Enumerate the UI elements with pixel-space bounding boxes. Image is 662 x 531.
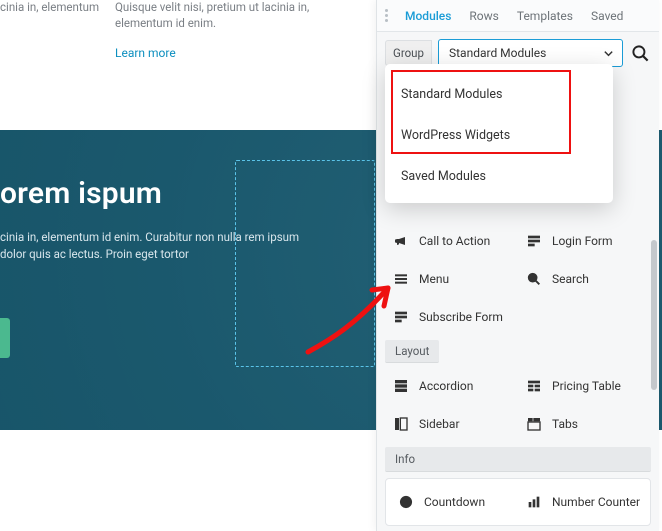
dropdown-item-saved-modules[interactable]: Saved Modules [385,156,613,197]
learn-more-link[interactable]: Learn more [115,45,176,61]
tab-rows[interactable]: Rows [460,9,507,23]
form-icon [526,233,542,249]
search-icon [526,271,542,287]
module-sidebar[interactable]: Sidebar [385,405,518,443]
module-label: Number Counter [552,495,640,509]
dropdown-item-standard-modules[interactable]: Standard Modules [385,74,613,115]
module-label: Tabs [552,417,578,431]
module-label: Search [552,272,589,286]
body-text: cinia in, elementum [0,0,99,14]
group-dropdown: Standard Modules WordPress Widgets Saved… [385,64,613,203]
scrollbar-thumb[interactable] [651,240,657,390]
module-subscribe-form[interactable]: Subscribe Form [385,298,518,336]
module-label: Sidebar [419,417,460,431]
module-accordion[interactable]: Accordion [385,367,518,405]
info-card: Countdown Number Counter [385,478,651,526]
module-label: Call to Action [419,234,490,248]
search-button[interactable] [629,42,651,64]
clock-icon [398,494,414,510]
accordion-icon [393,378,409,394]
module-countdown[interactable]: Countdown [390,483,518,521]
sidebar-icon [393,416,409,432]
module-label: Menu [419,272,449,286]
tab-saved[interactable]: Saved [582,9,632,23]
module-number-counter[interactable]: Number Counter [518,483,646,521]
panel-tabs: Modules Rows Templates Saved [377,0,659,32]
section-header-layout: Layout [385,340,439,363]
hero-cta-button[interactable] [0,318,10,358]
module-tabs[interactable]: Tabs [518,405,651,443]
tab-templates[interactable]: Templates [508,9,582,23]
tab-modules[interactable]: Modules [396,9,460,23]
module-search[interactable]: Search [518,260,651,298]
module-label: Subscribe Form [419,310,503,324]
dropdown-item-wordpress-widgets[interactable]: WordPress Widgets [385,115,613,156]
chevron-down-icon [603,48,614,59]
tabs-icon [526,416,542,432]
form-icon [393,309,409,325]
module-menu[interactable]: Menu [385,260,518,298]
module-label: Accordion [419,379,473,393]
empty-column-dropzone[interactable] [235,160,375,367]
body-text: Quisque velit nisi, pretium ut lacinia i… [115,0,309,30]
group-label: Group [385,40,432,66]
drag-handle-icon[interactable] [385,9,388,22]
group-select[interactable]: Standard Modules [438,39,623,67]
search-icon [631,44,650,63]
module-label: Pricing Table [552,379,621,393]
builder-panel: Modules Rows Templates Saved Group Stand… [376,0,659,531]
module-label: Login Form [552,234,613,248]
megaphone-icon [393,233,409,249]
bars-icon [526,494,542,510]
module-login-form[interactable]: Login Form [518,222,651,260]
menu-icon [393,271,409,287]
table-icon [526,378,542,394]
module-pricing-table[interactable]: Pricing Table [518,367,651,405]
group-select-value: Standard Modules [449,46,546,60]
module-call-to-action[interactable]: Call to Action [385,222,518,260]
section-header-info: Info [385,447,651,472]
module-label: Countdown [424,495,485,509]
